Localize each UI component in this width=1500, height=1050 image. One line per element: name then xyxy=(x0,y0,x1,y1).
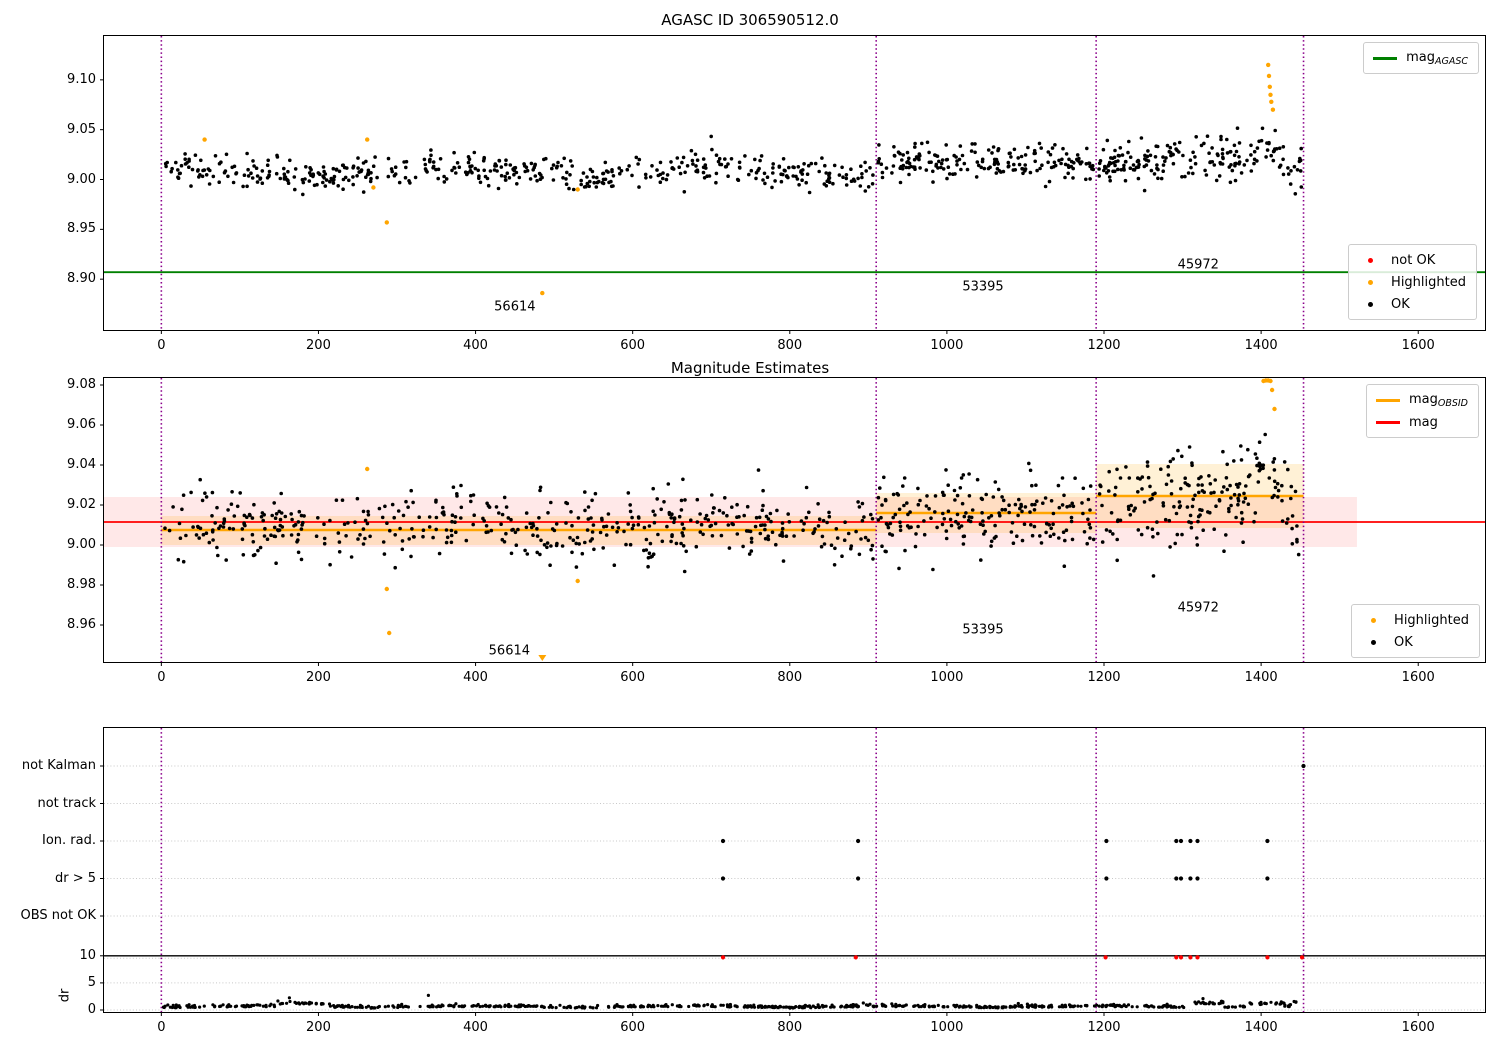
x-tick-label: 400 xyxy=(463,670,488,685)
obsid-annotation: 53395 xyxy=(962,279,1004,295)
legend-dot-swatch xyxy=(1357,279,1383,285)
y-tick-label: 8.96 xyxy=(67,617,96,632)
legend-label: magOBSID xyxy=(1408,391,1468,409)
legend-label: magAGASC xyxy=(1406,49,1468,67)
y-tick-label: 9.00 xyxy=(67,171,96,187)
obsid-annotation: 53395 xyxy=(962,622,1004,638)
x-tick-label: 1200 xyxy=(1087,670,1121,685)
legend-label: Highlighted xyxy=(1391,274,1466,290)
plot2-magnitude-estimates[interactable]: magOBSID mag Highlighted OK xyxy=(100,377,1486,666)
legend-bottom-right[interactable]: not OK Highlighted OK xyxy=(1348,244,1477,320)
plot2-canvas xyxy=(100,378,1485,666)
flag-category-label: dr > 5 xyxy=(54,870,96,886)
legend-label: mag xyxy=(1408,414,1438,430)
legend-item: Highlighted xyxy=(1360,609,1469,631)
x-tick-label: 1600 xyxy=(1401,670,1435,685)
dr-tick-label: 5 xyxy=(87,974,96,990)
figure-canvas: AGASC ID 306590512.0 magAGASC not OK Highl… xyxy=(0,0,1500,1050)
legend-item: mag xyxy=(1375,411,1468,433)
x-tick-label: 0 xyxy=(157,1020,166,1035)
plot3-canvas xyxy=(100,728,1485,1016)
dr-tick-label: 10 xyxy=(79,947,96,963)
legend-label: not OK xyxy=(1391,252,1436,268)
x-tick-label: 800 xyxy=(777,670,803,685)
legend-item: magAGASC xyxy=(1372,47,1468,69)
legend-item: magOBSID xyxy=(1375,389,1468,411)
legend-item: OK xyxy=(1357,293,1466,315)
flag-category-label: Ion. rad. xyxy=(42,833,96,848)
x-tick-label: 600 xyxy=(620,1020,646,1035)
legend-label: OK xyxy=(1394,634,1413,650)
x-tick-label: 600 xyxy=(620,670,646,685)
plot3-flags-dr[interactable] xyxy=(100,727,1486,1016)
x-tick-label: 200 xyxy=(306,338,331,353)
y-tick-label: 9.04 xyxy=(67,457,96,472)
legend-dot-swatch xyxy=(1360,617,1386,623)
y-tick-label: 8.90 xyxy=(67,271,96,287)
x-tick-label: 1200 xyxy=(1087,1020,1121,1035)
x-tick-label: 0 xyxy=(157,670,166,685)
x-tick-label: 600 xyxy=(620,338,646,353)
obsid-annotation: 56614 xyxy=(494,299,536,315)
x-tick-label: 400 xyxy=(463,338,488,353)
flag-category-label: OBS not OK xyxy=(20,908,97,923)
legend-dot-swatch xyxy=(1360,639,1386,645)
legend-item: OK xyxy=(1360,631,1469,653)
x-tick-label: 1400 xyxy=(1244,670,1278,685)
legend-bottom-right[interactable]: Highlighted OK xyxy=(1351,604,1480,658)
x-tick-label: 1000 xyxy=(930,670,964,685)
legend-top-right[interactable]: magAGASC xyxy=(1363,42,1479,74)
x-tick-label: 1400 xyxy=(1244,1020,1278,1035)
x-tick-label: 200 xyxy=(306,670,331,685)
x-tick-label: 1000 xyxy=(930,338,964,353)
y-tick-label: 9.08 xyxy=(67,377,96,392)
y-tick-label: 9.05 xyxy=(67,121,96,137)
y-tick-label: 8.95 xyxy=(67,221,96,237)
legend-item: not OK xyxy=(1357,249,1466,271)
legend-line-swatch xyxy=(1375,398,1401,402)
legend-dot-swatch xyxy=(1357,301,1383,307)
y-tick-label: 9.00 xyxy=(67,537,96,552)
x-tick-label: 1600 xyxy=(1401,338,1435,353)
x-tick-label: 1600 xyxy=(1401,1020,1435,1035)
x-tick-label: 800 xyxy=(777,338,803,353)
obsid-annotation: 45972 xyxy=(1177,600,1219,616)
x-tick-label: 1200 xyxy=(1087,338,1121,353)
legend-item: Highlighted xyxy=(1357,271,1466,293)
plot2-title: Magnitude Estimates xyxy=(670,359,830,377)
dr-tick-label: 0 xyxy=(87,1002,96,1017)
y-tick-label: 9.02 xyxy=(67,497,96,512)
obsid-annotation: 45972 xyxy=(1177,257,1219,273)
dr-axis-label: dr xyxy=(57,989,73,1003)
legend-label: Highlighted xyxy=(1394,612,1469,628)
legend-top-right[interactable]: magOBSID mag xyxy=(1365,384,1479,438)
plot1-title: AGASC ID 306590512.0 xyxy=(661,11,839,29)
obsid-annotation: 56614 xyxy=(488,643,531,659)
x-tick-label: 200 xyxy=(306,1020,331,1035)
legend-dot-swatch xyxy=(1357,257,1383,263)
legend-label: OK xyxy=(1391,296,1410,312)
x-tick-label: 1000 xyxy=(930,1020,964,1035)
x-tick-label: 0 xyxy=(157,338,166,353)
x-tick-label: 800 xyxy=(777,1020,803,1035)
plot1-agasc-mag[interactable]: magAGASC not OK Highlighted OK xyxy=(100,35,1486,334)
y-tick-label: 9.10 xyxy=(67,71,96,87)
legend-line-swatch xyxy=(1375,420,1401,424)
legend-line-swatch xyxy=(1372,56,1398,60)
y-tick-label: 9.06 xyxy=(67,417,96,432)
x-tick-label: 1400 xyxy=(1244,338,1278,353)
flag-category-label: not track xyxy=(37,795,96,811)
plot1-canvas xyxy=(100,36,1485,334)
y-tick-label: 8.98 xyxy=(67,577,96,592)
flag-category-label: not Kalman xyxy=(21,758,96,773)
x-tick-label: 400 xyxy=(463,1020,488,1035)
